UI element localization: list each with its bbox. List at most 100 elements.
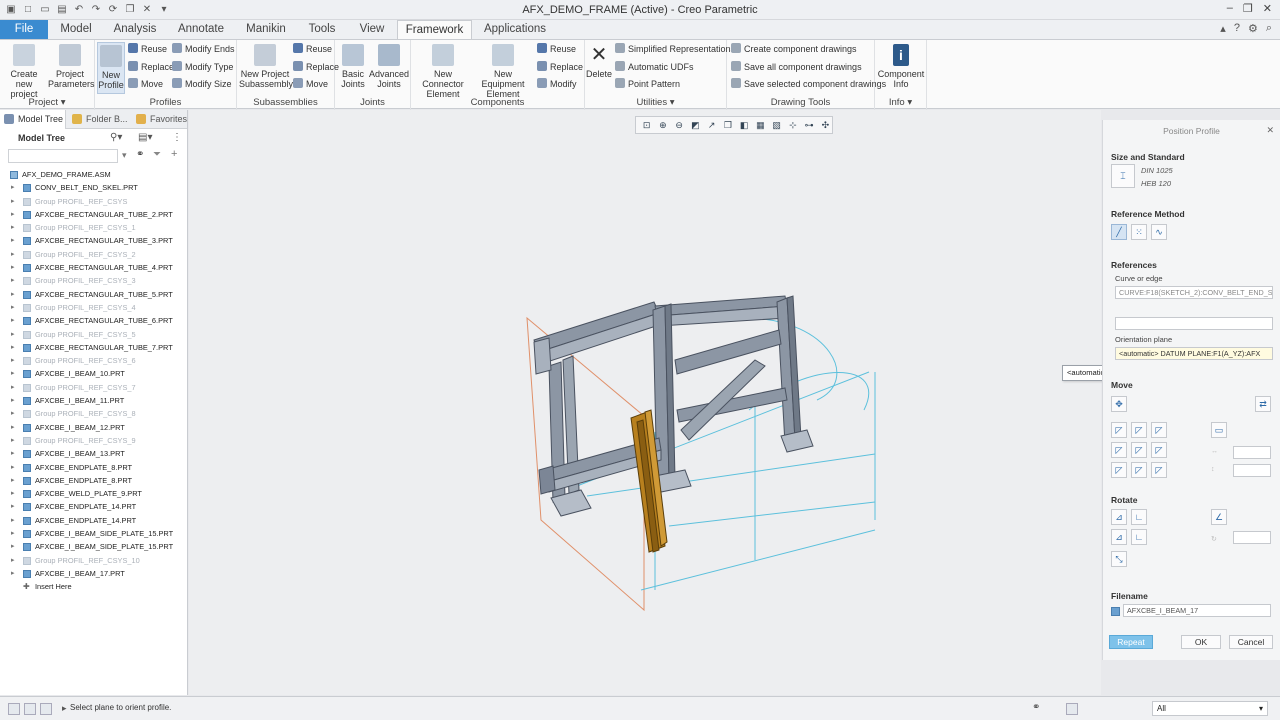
expand-icon[interactable]: ▸ — [11, 261, 15, 274]
tree-item[interactable]: ▸ Group PROFIL_REF_CSYS_5 — [0, 328, 188, 341]
anchor-8-icon[interactable]: ◸ — [1131, 462, 1147, 478]
expand-icon[interactable]: ▸ — [11, 381, 15, 394]
expand-icon[interactable]: ▸ — [11, 354, 15, 367]
automatic-udfs-button[interactable]: Automatic UDFs — [615, 60, 694, 74]
group-label-project[interactable]: Project ▾ — [0, 97, 94, 108]
tab-favorites[interactable]: Favorites — [132, 110, 188, 129]
tree-item[interactable]: ▸ Group PROFIL_REF_CSYS_6 — [0, 354, 188, 367]
tree-search-input[interactable] — [8, 149, 118, 163]
curve-edge-field[interactable]: CURVE:F18(SKETCH_2):CONV_BELT_END_SK — [1115, 286, 1273, 299]
insert-here-item[interactable]: ✚ Insert Here — [0, 580, 188, 593]
expand-icon[interactable]: ▸ — [11, 314, 15, 327]
expand-icon[interactable]: ▸ — [11, 328, 15, 341]
minimize-icon[interactable]: – — [1227, 2, 1233, 15]
delete-button[interactable]: ✕ Delete — [585, 42, 613, 79]
tree-item[interactable]: ▸ AFXCBE_RECTANGULAR_TUBE_5.PRT — [0, 288, 188, 301]
tab-manikin[interactable]: Manikin — [238, 20, 294, 39]
save-all-drawings-button[interactable]: Save all component drawings — [731, 60, 862, 74]
restore-icon[interactable]: ❐ — [1243, 2, 1253, 15]
replace-component-button[interactable]: Replace — [537, 60, 583, 74]
anchor-7-icon[interactable]: ◸ — [1111, 462, 1127, 478]
expand-icon[interactable]: ▸ — [11, 367, 15, 380]
tree-item[interactable]: ▸ Group PROFIL_REF_CSYS_8 — [0, 407, 188, 420]
flip-icon[interactable]: ⇄ — [1255, 396, 1271, 412]
new-equipment-element-button[interactable]: New Equipment Element — [473, 42, 533, 99]
anchor-5-icon[interactable]: ◸ — [1131, 442, 1147, 458]
tree-item[interactable]: ▸ AFXCBE_ENDPLATE_14.PRT — [0, 500, 188, 513]
anchor-1-icon[interactable]: ◸ — [1111, 422, 1127, 438]
tab-file[interactable]: File — [0, 20, 48, 39]
tree-settings-icon[interactable]: ⚲▾ — [110, 132, 122, 143]
filter-icon[interactable]: ⏷ — [153, 149, 161, 160]
settings-icon[interactable]: ⚙ — [1248, 22, 1258, 35]
repeat-button[interactable]: Repeat — [1109, 635, 1153, 649]
tree-item[interactable]: ▸ Group PROFIL_REF_CSYS_9 — [0, 434, 188, 447]
rotate-3-icon[interactable]: ⊿ — [1111, 529, 1127, 545]
expand-icon[interactable]: ▸ — [11, 234, 15, 247]
expand-icon[interactable]: ▸ — [11, 540, 15, 553]
tree-item[interactable]: ▸ Group PROFIL_REF_CSYS_1 — [0, 221, 188, 234]
group-label-info[interactable]: Info ▾ — [875, 97, 926, 108]
tab-view[interactable]: View — [350, 20, 394, 39]
tree-item[interactable]: ▸ AFXCBE_I_BEAM_13.PRT — [0, 447, 188, 460]
navigator-toggle-icon[interactable] — [8, 703, 20, 715]
expand-icon[interactable]: ▸ — [11, 301, 15, 314]
find-status-icon[interactable]: ⚭ — [1032, 702, 1040, 713]
tree-item[interactable]: ▸ AFXCBE_I_BEAM_SIDE_PLATE_15.PRT — [0, 527, 188, 540]
orientation-plane-field[interactable]: <automatic> DATUM PLANE:F1(A_YZ):AFX — [1115, 347, 1273, 360]
tree-item[interactable]: ▸ AFXCBE_ENDPLATE_14.PRT — [0, 514, 188, 527]
create-component-drawings-button[interactable]: Create component drawings — [731, 42, 857, 56]
tree-item[interactable]: ▸ AFXCBE_ENDPLATE_8.PRT — [0, 461, 188, 474]
expand-icon[interactable]: ▸ — [11, 341, 15, 354]
expand-icon[interactable]: ▸ — [11, 461, 15, 474]
expand-icon[interactable]: ▸ — [11, 195, 15, 208]
anchor-9-icon[interactable]: ◸ — [1151, 462, 1167, 478]
component-info-button[interactable]: i Component Info — [877, 42, 925, 89]
tab-analysis[interactable]: Analysis — [106, 20, 164, 39]
reuse-subassembly-button[interactable]: Reuse — [293, 42, 332, 56]
graphics-window[interactable]: ⊡ ⊕ ⊖ ◩ ↗ ❒ ◧ ▦ ▧ ⊹ ⊶ ✣ — [189, 110, 1101, 695]
expand-icon[interactable]: ▸ — [11, 288, 15, 301]
expand-icon[interactable]: ▸ — [11, 407, 15, 420]
add-icon[interactable]: + — [171, 148, 177, 160]
panel-more-icon[interactable]: ⋮ — [172, 132, 182, 143]
search-dropdown-icon[interactable]: ▾ — [122, 150, 127, 161]
tree-item[interactable]: ▸ Group PROFIL_REF_CSYS_10 — [0, 554, 188, 567]
tree-item[interactable]: ▸ Group PROFIL_REF_CSYS_7 — [0, 381, 188, 394]
point-pattern-button[interactable]: Point Pattern — [615, 77, 680, 91]
expand-icon[interactable]: ▸ — [11, 487, 15, 500]
rotate-free-icon[interactable]: ⤡ — [1111, 551, 1127, 567]
method-curve-icon[interactable]: ∿ — [1151, 224, 1167, 240]
rotate-2-icon[interactable]: ∟ — [1131, 509, 1147, 525]
tab-model[interactable]: Model — [52, 20, 100, 39]
angle-input[interactable] — [1233, 531, 1271, 544]
anchor-3-icon[interactable]: ◸ — [1151, 422, 1167, 438]
tree-item[interactable]: ▸ Group PROFIL_REF_CSYS_2 — [0, 248, 188, 261]
expand-icon[interactable]: ▸ — [11, 274, 15, 287]
expand-icon[interactable]: ▸ — [11, 447, 15, 460]
tree-item[interactable]: ▸ CONV_BELT_END_SKEL.PRT — [0, 181, 188, 194]
group-label-utilities[interactable]: Utilities ▾ — [585, 97, 726, 108]
reuse-profile-button[interactable]: Reuse — [128, 42, 167, 56]
selection-status-icon[interactable] — [1066, 703, 1078, 715]
move-profile-button[interactable]: Move — [128, 77, 163, 91]
show-icon[interactable]: ▤▾ — [138, 132, 152, 143]
tab-applications[interactable]: Applications — [478, 20, 552, 39]
tree-item[interactable]: ▸ AFXCBE_I_BEAM_17.PRT — [0, 567, 188, 580]
new-connector-element-button[interactable]: New Connector Element — [413, 42, 473, 99]
profile-shape-icon[interactable]: ⌶ — [1111, 164, 1135, 188]
help-icon[interactable]: ? — [1234, 22, 1240, 35]
tab-tools[interactable]: Tools — [300, 20, 344, 39]
find-icon[interactable]: ⚭ — [136, 149, 144, 160]
selection-filter[interactable]: All ▾ — [1152, 701, 1268, 716]
offset-icon[interactable]: ▭ — [1211, 422, 1227, 438]
tree-item[interactable]: ▸ AFXCBE_I_BEAM_12.PRT — [0, 421, 188, 434]
expand-icon[interactable]: ▸ — [11, 434, 15, 447]
browser-toggle-icon[interactable] — [24, 703, 36, 715]
move-drag-icon[interactable]: ✥ — [1111, 396, 1127, 412]
rotate-4-icon[interactable]: ∟ — [1131, 529, 1147, 545]
search-help-icon[interactable]: ⌕ — [1266, 22, 1272, 35]
expand-icon[interactable]: ▸ — [11, 421, 15, 434]
tree-item[interactable]: ▸ Group PROFIL_REF_CSYS_3 — [0, 274, 188, 287]
close-icon[interactable]: ✕ — [1266, 125, 1274, 136]
